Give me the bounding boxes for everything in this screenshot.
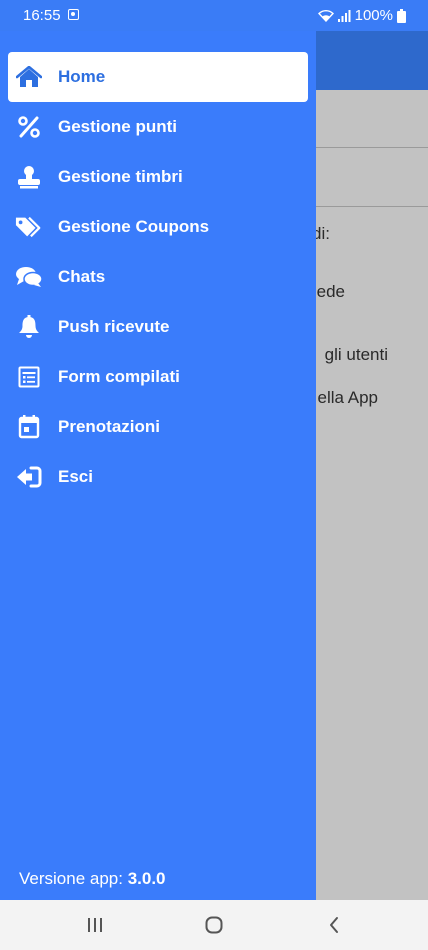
menu-item-label: Push ricevute [58, 317, 170, 336]
menu-item-form-compilati[interactable]: Form compilati [0, 352, 316, 402]
menu-item-gestione-coupons[interactable]: Gestione Coupons [0, 202, 316, 252]
recent-apps-icon[interactable] [83, 913, 107, 937]
stamp-icon [15, 163, 43, 191]
menu-item-gestione-timbri[interactable]: Gestione timbri [0, 152, 316, 202]
menu-item-label: Home [58, 67, 106, 86]
chat-bubbles-icon [15, 263, 43, 291]
battery-icon [397, 8, 406, 23]
menu-item-home[interactable]: Home [8, 52, 308, 102]
sign-out-icon [15, 463, 43, 491]
form-icon [15, 363, 43, 391]
status-indicators: 100% [317, 7, 406, 24]
status-bar: 16:55 100% [0, 0, 428, 31]
menu-item-label: Prenotazioni [58, 417, 161, 436]
drawer-menu: Home Gestione punti Gestione timbri Gest… [0, 52, 316, 502]
tags-icon [15, 213, 43, 241]
status-time: 16:55 [23, 7, 61, 24]
signal-icon [337, 9, 351, 22]
home-circle-icon[interactable] [202, 913, 226, 937]
menu-item-chats[interactable]: Chats [0, 252, 316, 302]
bell-icon [15, 313, 43, 341]
menu-item-label: Esci [58, 467, 93, 486]
menu-item-prenotazioni[interactable]: Prenotazioni [0, 402, 316, 452]
battery-percent: 100% [354, 7, 393, 24]
menu-item-push-ricevute[interactable]: Push ricevute [0, 302, 316, 352]
menu-item-esci[interactable]: Esci [0, 452, 316, 502]
version-label: Versione app: [19, 869, 128, 888]
menu-item-label: Gestione timbri [58, 167, 183, 186]
notification-icon [68, 9, 79, 20]
wifi-icon [317, 9, 334, 22]
navigation-drawer: Home Gestione punti Gestione timbri Gest… [0, 31, 316, 900]
menu-item-label: Gestione punti [58, 117, 177, 136]
calendar-icon [15, 413, 43, 441]
menu-item-label: Gestione Coupons [58, 217, 210, 236]
menu-item-gestione-punti[interactable]: Gestione punti [0, 102, 316, 152]
home-icon [15, 63, 43, 91]
menu-item-label: Form compilati [58, 367, 180, 386]
back-icon[interactable] [322, 913, 346, 937]
version-value: 3.0.0 [127, 869, 166, 888]
system-navigation-bar [0, 900, 428, 950]
menu-item-label: Chats [58, 267, 106, 286]
percent-icon [15, 113, 43, 141]
app-version: Versione app: 3.0.0 [19, 869, 166, 889]
